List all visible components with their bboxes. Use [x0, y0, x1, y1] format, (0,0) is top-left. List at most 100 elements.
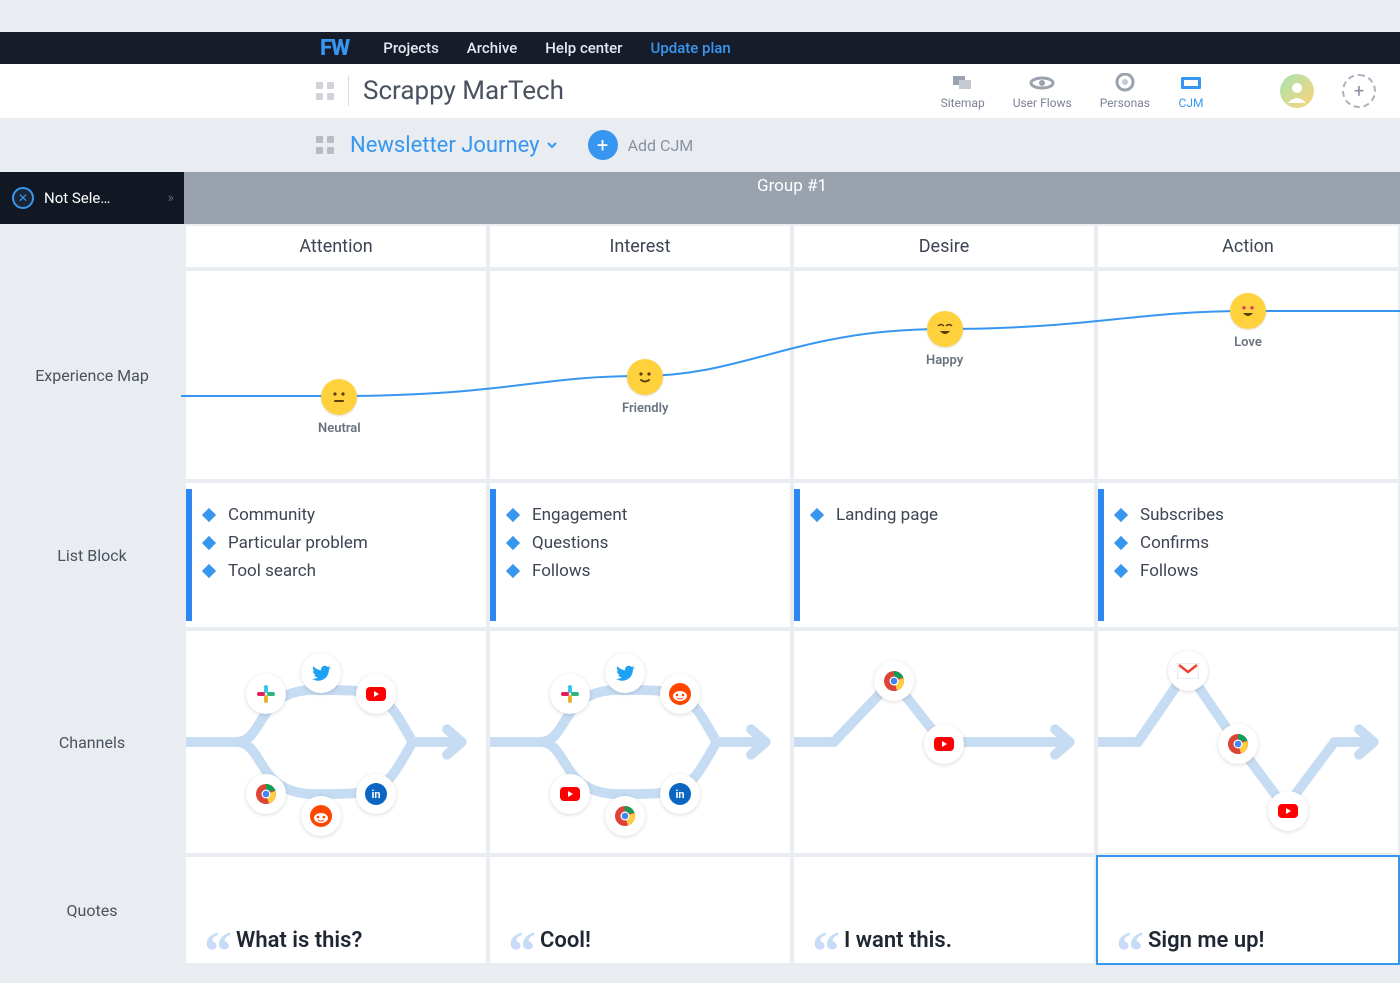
stage-header-desire[interactable]: Desire: [792, 224, 1096, 269]
bullet-diamond-icon: [506, 536, 520, 550]
tool-sitemap[interactable]: Sitemap: [941, 73, 985, 110]
row-quotes: Quotes: [0, 855, 184, 965]
title-bar: Scrappy MarTech Sitemap User Flows Perso…: [0, 64, 1400, 118]
svg-text:in: in: [675, 788, 684, 801]
list-item: Follows: [508, 561, 778, 581]
channels-cell-0[interactable]: in: [184, 629, 488, 855]
group-header[interactable]: Group #1: [184, 172, 1400, 224]
experience-cell-0[interactable]: Neutral: [184, 269, 488, 481]
nav-archive[interactable]: Archive: [467, 39, 517, 57]
grid-view-icon-2[interactable]: [316, 136, 334, 154]
cjm-icon: [1178, 73, 1204, 93]
chrome-icon: [246, 774, 286, 814]
bullet-diamond-icon: [506, 564, 520, 578]
close-icon[interactable]: ✕: [12, 187, 34, 209]
bullet-diamond-icon: [1114, 508, 1128, 522]
twitter-icon: [605, 653, 645, 693]
tool-cjm[interactable]: CJM: [1178, 73, 1204, 110]
tool-personas[interactable]: Personas: [1100, 73, 1150, 110]
quote-mark-icon: “: [812, 944, 840, 961]
stage-header-action[interactable]: Action: [1096, 224, 1400, 269]
reddit-icon: [660, 674, 700, 714]
gmail-icon: [1168, 651, 1208, 691]
list-cell-3[interactable]: Subscribes Confirms Follows: [1096, 481, 1400, 629]
quote-cell-1[interactable]: “ Cool!: [488, 855, 792, 965]
youtube-icon: [924, 724, 964, 764]
nav-helpcenter[interactable]: Help center: [545, 39, 622, 57]
svg-text:in: in: [371, 788, 380, 801]
persona-chip: ✕ Not Sele… ››: [0, 172, 184, 224]
bullet-diamond-icon: [202, 536, 216, 550]
sub-bar: Newsletter Journey + Add CJM: [0, 118, 1400, 172]
reddit-icon: [301, 796, 341, 836]
channels-cell-2[interactable]: [792, 629, 1096, 855]
bullet-diamond-icon: [506, 508, 520, 522]
bullet-diamond-icon: [1114, 564, 1128, 578]
journey-dropdown[interactable]: Newsletter Journey: [350, 133, 558, 158]
stage-header-attention[interactable]: Attention: [184, 224, 488, 269]
youtube-icon: [356, 674, 396, 714]
add-cjm-button[interactable]: + Add CJM: [588, 130, 694, 160]
logo: FW: [320, 36, 349, 61]
youtube-icon: [550, 774, 590, 814]
list-item: Community: [204, 505, 474, 525]
list-item: Confirms: [1116, 533, 1386, 553]
row-list-block: List Block: [0, 481, 184, 629]
list-item: Tool search: [204, 561, 474, 581]
nav-projects[interactable]: Projects: [383, 39, 439, 57]
project-title: Scrappy MarTech: [363, 76, 564, 106]
list-cell-0[interactable]: Community Particular problem Tool search: [184, 481, 488, 629]
quote-cell-0[interactable]: “ What is this?: [184, 855, 488, 965]
chrome-icon: [605, 796, 645, 836]
experience-curve: [186, 271, 1400, 483]
quote-cell-2[interactable]: “ I want this.: [792, 855, 1096, 965]
nav-update-plan[interactable]: Update plan: [651, 39, 731, 57]
divider: [348, 76, 349, 106]
list-item: Subscribes: [1116, 505, 1386, 525]
chrome-icon: [1218, 724, 1258, 764]
top-nav: FW Projects Archive Help center Update p…: [0, 32, 1400, 64]
personas-icon: [1112, 73, 1138, 93]
sitemap-icon: [950, 73, 976, 93]
list-cell-1[interactable]: Engagement Questions Follows: [488, 481, 792, 629]
list-item: Landing page: [812, 505, 1082, 525]
expand-icon[interactable]: ››: [168, 190, 172, 206]
stage-header-interest[interactable]: Interest: [488, 224, 792, 269]
list-item: Particular problem: [204, 533, 474, 553]
list-item: Engagement: [508, 505, 778, 525]
emoji-neutral-icon: [321, 379, 357, 415]
linkedin-icon: in: [356, 774, 396, 814]
quote-mark-icon: “: [508, 944, 536, 961]
persona-label: Not Sele…: [44, 189, 158, 207]
slack-icon: [246, 674, 286, 714]
slack-icon: [550, 674, 590, 714]
quote-cell-3[interactable]: “ Sign me up!: [1096, 855, 1400, 965]
list-cell-2[interactable]: Landing page: [792, 481, 1096, 629]
bullet-diamond-icon: [202, 564, 216, 578]
list-item: Questions: [508, 533, 778, 553]
avatar[interactable]: [1280, 74, 1314, 108]
emoji-friendly-icon: [627, 359, 663, 395]
twitter-icon: [301, 653, 341, 693]
chrome-icon: [874, 661, 914, 701]
cjm-board: ✕ Not Sele… ›› Group #1 Attention Intere…: [0, 172, 1400, 965]
row-channels: Channels: [0, 629, 184, 855]
bullet-diamond-icon: [1114, 536, 1128, 550]
grid-view-icon[interactable]: [316, 82, 334, 100]
emoji-love-icon: [1230, 293, 1266, 329]
bullet-diamond-icon: [202, 508, 216, 522]
list-item: Follows: [1116, 561, 1386, 581]
youtube-icon: [1268, 791, 1308, 831]
plus-icon: +: [588, 130, 618, 160]
userflows-icon: [1029, 73, 1055, 93]
tool-userflows[interactable]: User Flows: [1013, 73, 1072, 110]
channels-cell-3[interactable]: [1096, 629, 1400, 855]
quote-mark-icon: “: [1116, 944, 1144, 961]
add-collaborator-button[interactable]: +: [1342, 74, 1376, 108]
row-experience-map: Experience Map: [0, 269, 184, 481]
quote-mark-icon: “: [204, 944, 232, 961]
chevron-down-icon: [546, 139, 558, 151]
channels-cell-1[interactable]: in: [488, 629, 792, 855]
emoji-happy-icon: [927, 311, 963, 347]
linkedin-icon: in: [660, 774, 700, 814]
